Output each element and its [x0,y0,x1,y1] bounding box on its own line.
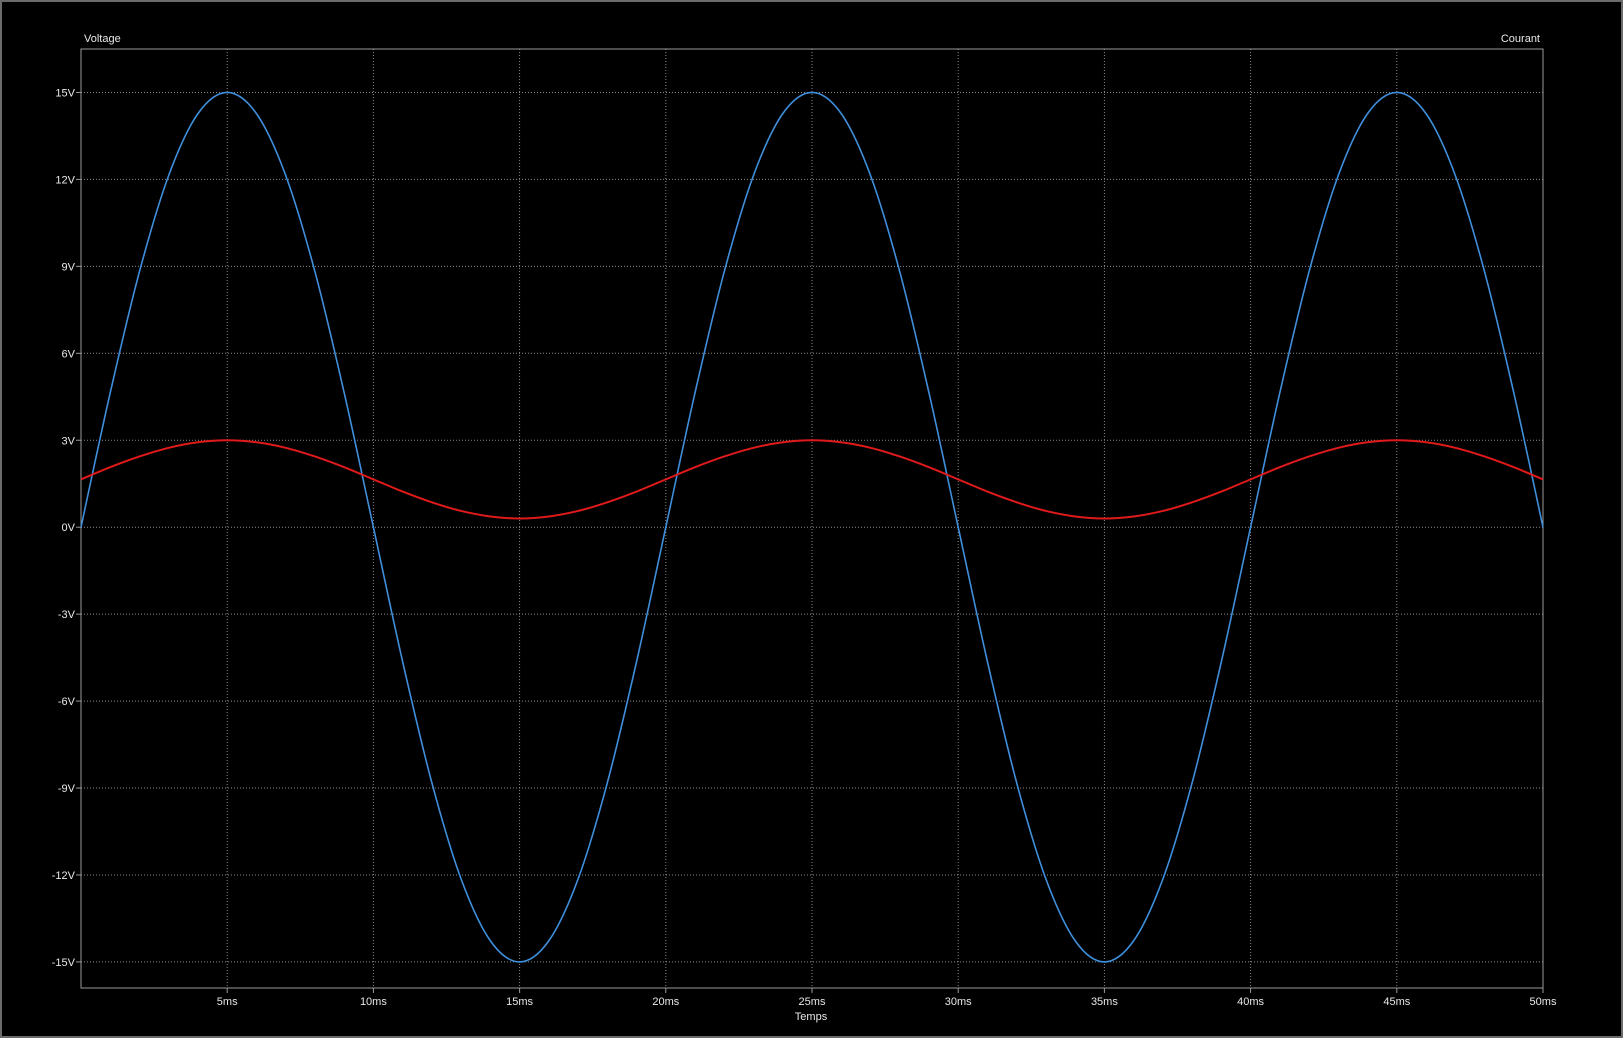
y-tick-label: 9V [62,261,76,273]
x-tick-label: 35ms [1091,996,1118,1008]
voltage-current-chart: 15V 12V 9V 6V 3V 0V -3V -6V -9V -12V -15V 5ms 10ms 15… [52,33,1557,1023]
x-axis-title: Temps [795,1011,828,1023]
axes-layer [76,48,1544,993]
x-tick-label: 25ms [799,996,826,1008]
x-tick-label: 30ms [945,996,972,1008]
x-tick-label: 40ms [1237,996,1264,1008]
y-tick-label: 6V [62,348,76,360]
x-tick-label: 15ms [506,996,533,1008]
y-tick-label: 15V [55,87,75,99]
x-tick-label: 45ms [1383,996,1410,1008]
right-axis-title: Courant [1501,33,1540,45]
y-tick-label: 3V [62,435,76,447]
y-tick-label: 12V [55,174,75,186]
x-tick-label: 5ms [217,996,238,1008]
grid-layer [81,49,1544,988]
y-tick-label: -12V [52,870,76,882]
x-tick-label: 20ms [652,996,679,1008]
y-tick-label: -15V [52,957,76,969]
y-tick-label: -3V [58,609,76,621]
y-tick-label: -9V [58,783,76,795]
y-tick-label: 0V [62,522,76,534]
x-tick-label: 50ms [1530,996,1557,1008]
left-axis-title: Voltage [84,33,121,45]
x-tick-label: 10ms [360,996,387,1008]
y-tick-label: -6V [58,696,76,708]
ticks-layer: 15V 12V 9V 6V 3V 0V -3V -6V -9V -12V -15V 5ms 10ms 15… [52,87,1557,1008]
